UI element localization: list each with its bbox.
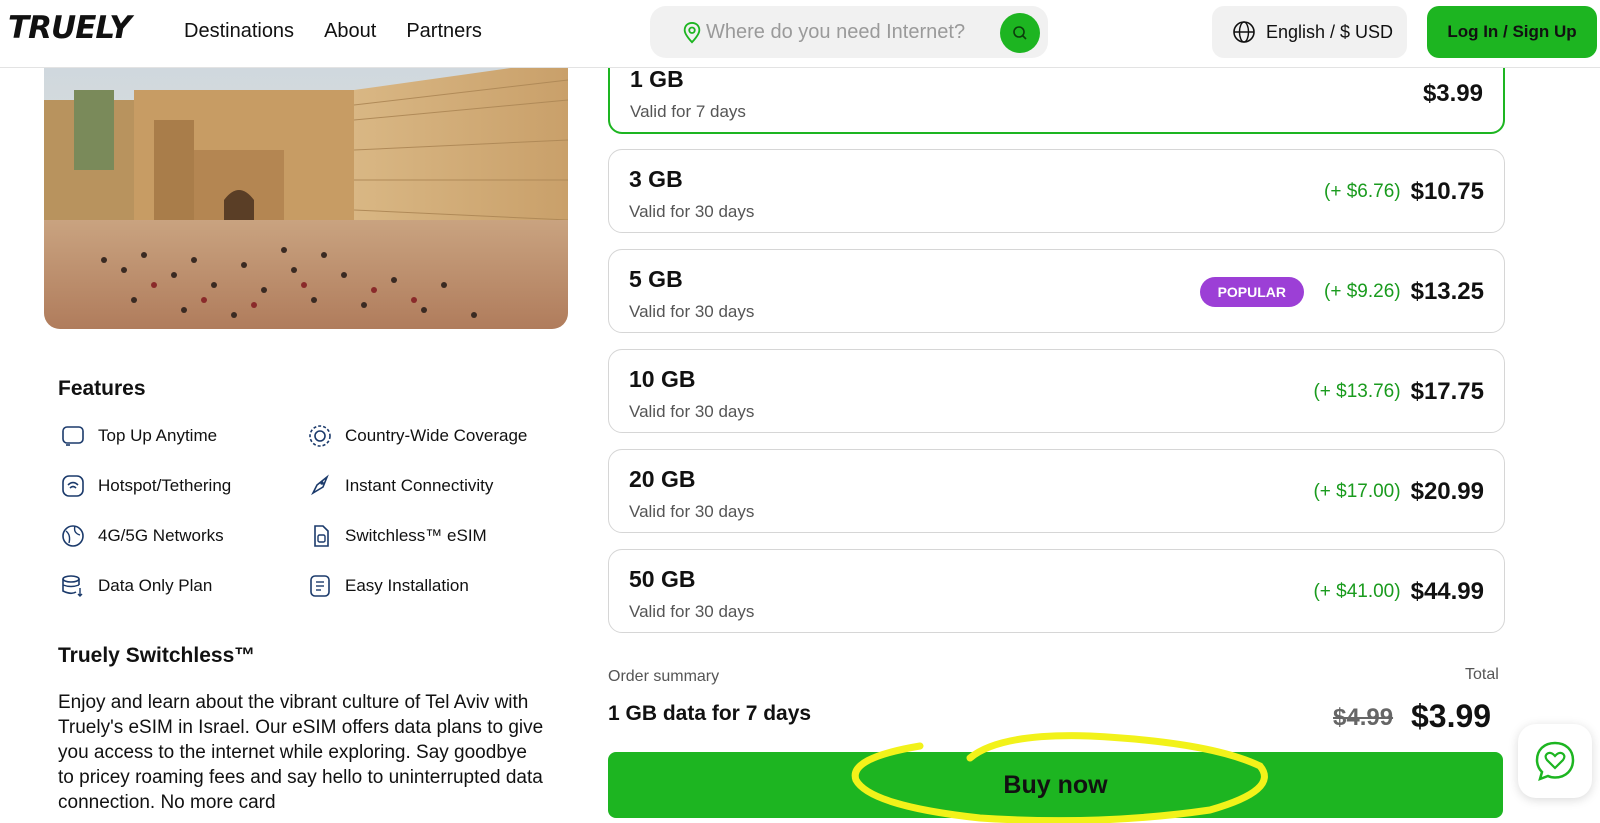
- database-icon: [62, 575, 83, 597]
- top-header: TRUELY Destinations About Partners Where…: [0, 0, 1600, 68]
- plan-price-group: (+ $6.76) $10.75: [1324, 150, 1484, 234]
- page: TRUELY Destinations About Partners Where…: [0, 0, 1600, 823]
- feature-label: Instant Connectivity: [345, 476, 494, 495]
- buy-now-button[interactable]: Buy now: [608, 752, 1503, 818]
- truely-logo[interactable]: TRUELY: [8, 10, 132, 46]
- feature-label: Data Only Plan: [98, 576, 213, 595]
- nav-about[interactable]: About: [324, 20, 376, 43]
- plan-price-difference: (+ $6.76): [1324, 181, 1401, 202]
- nav-partners[interactable]: Partners: [406, 20, 482, 43]
- globe-icon: [62, 525, 84, 547]
- feature-item: Switchless™ eSIM: [307, 523, 487, 549]
- search-button[interactable]: [1000, 13, 1040, 53]
- feature-item: Hotspot/Tethering: [60, 473, 231, 499]
- feature-label: 4G/5G Networks: [98, 526, 224, 545]
- search-input[interactable]: [694, 20, 984, 44]
- plan-validity: Valid for 30 days: [629, 302, 755, 321]
- switchless-description: Enjoy and learn about the vibrant cultur…: [58, 692, 544, 813]
- plan-price: $3.99: [1422, 80, 1483, 107]
- plan-data-amount: 20 GB: [629, 466, 696, 492]
- plan-option-50gb[interactable]: 50 GB Valid for 30 days (+ $41.00) $44.9…: [608, 549, 1505, 633]
- plan-price-difference: (+ $9.26): [1324, 281, 1401, 302]
- nav-destinations[interactable]: Destinations: [184, 20, 294, 43]
- feature-label: Hotspot/Tethering: [98, 476, 232, 495]
- plan-data-amount: 50 GB: [629, 566, 696, 592]
- popular-badge: POPULAR: [1199, 277, 1305, 307]
- search-icon: [1013, 26, 1027, 40]
- plan-price-difference: (+ $13.76): [1313, 381, 1401, 402]
- plan-option-3gb[interactable]: 3 GB Valid for 30 days (+ $6.76) $10.75: [608, 149, 1505, 233]
- plan-price-group: (+ $41.00) $44.99: [1313, 550, 1484, 634]
- feature-item: Country-Wide Coverage: [307, 423, 527, 449]
- plan-price: $20.99: [1410, 478, 1484, 505]
- rocket-icon: [311, 474, 329, 496]
- plan-data-amount: 1 GB: [630, 66, 684, 92]
- plan-data-amount: 10 GB: [629, 366, 696, 392]
- chat-support-button[interactable]: [1518, 724, 1592, 798]
- feature-item: Easy Installation: [307, 573, 469, 599]
- plan-option-5gb[interactable]: 5 GB Valid for 30 days POPULAR (+ $9.26)…: [608, 249, 1505, 333]
- top-up-icon: [62, 426, 84, 446]
- feature-item: 4G/5G Networks: [60, 523, 224, 549]
- total-price: $3.99: [1411, 698, 1492, 734]
- plan-price-group: (+ $17.00) $20.99: [1313, 450, 1484, 534]
- plan-validity: Valid for 30 days: [629, 402, 755, 421]
- plan-price-difference: (+ $41.00): [1313, 581, 1401, 602]
- location-pin-icon: [683, 21, 701, 44]
- feature-label: Country-Wide Coverage: [345, 426, 528, 445]
- feature-label: Top Up Anytime: [98, 426, 218, 445]
- plan-validity: Valid for 30 days: [629, 602, 755, 621]
- plan-validity: Valid for 7 days: [630, 102, 746, 121]
- plan-price-difference: (+ $17.00): [1313, 481, 1401, 502]
- hotspot-icon: [62, 475, 84, 497]
- order-summary-description: 1 GB data for 7 days: [608, 702, 812, 725]
- feature-item: Data Only Plan: [60, 573, 212, 599]
- plan-data-amount: 3 GB: [629, 166, 683, 192]
- login-signup-button[interactable]: Log In / Sign Up: [1427, 6, 1597, 58]
- order-summary-label: Order summary: [608, 668, 720, 685]
- chat-heart-icon: [1535, 741, 1575, 782]
- destination-image: [44, 60, 568, 329]
- plan-price-group: (+ $13.76) $17.75: [1313, 350, 1484, 434]
- search-bar: [650, 6, 1048, 58]
- plan-price: $13.25: [1410, 278, 1484, 305]
- feature-label: Easy Installation: [345, 576, 469, 595]
- esim-icon: [314, 525, 329, 547]
- features-title: Features: [58, 377, 146, 400]
- plan-validity: Valid for 30 days: [629, 502, 755, 521]
- document-icon: [310, 575, 330, 597]
- plan-price: $10.75: [1410, 178, 1484, 205]
- coverage-icon: [309, 425, 331, 447]
- original-price: $4.99: [1333, 704, 1394, 731]
- feature-item: Instant Connectivity: [307, 473, 493, 499]
- switchless-title: Truely Switchless™: [58, 644, 256, 667]
- plan-validity: Valid for 30 days: [629, 202, 755, 221]
- plan-price: $44.99: [1410, 578, 1484, 605]
- plan-option-10gb[interactable]: 10 GB Valid for 30 days (+ $13.76) $17.7…: [608, 349, 1505, 433]
- feature-label: Switchless™ eSIM: [345, 526, 487, 545]
- main-nav: Destinations About Partners: [184, 20, 482, 43]
- plan-data-amount: 5 GB: [629, 266, 683, 292]
- plan-option-20gb[interactable]: 20 GB Valid for 30 days (+ $17.00) $20.9…: [608, 449, 1505, 533]
- total-label: Total: [1465, 666, 1499, 683]
- plan-price: $17.75: [1410, 378, 1484, 405]
- language-label: English / $ USD: [1266, 21, 1394, 42]
- feature-item: Top Up Anytime: [60, 423, 217, 449]
- globe-icon: [1233, 21, 1255, 43]
- language-currency-selector[interactable]: English / $ USD: [1212, 6, 1407, 58]
- plan-price-group: POPULAR (+ $9.26) $13.25: [1199, 250, 1484, 334]
